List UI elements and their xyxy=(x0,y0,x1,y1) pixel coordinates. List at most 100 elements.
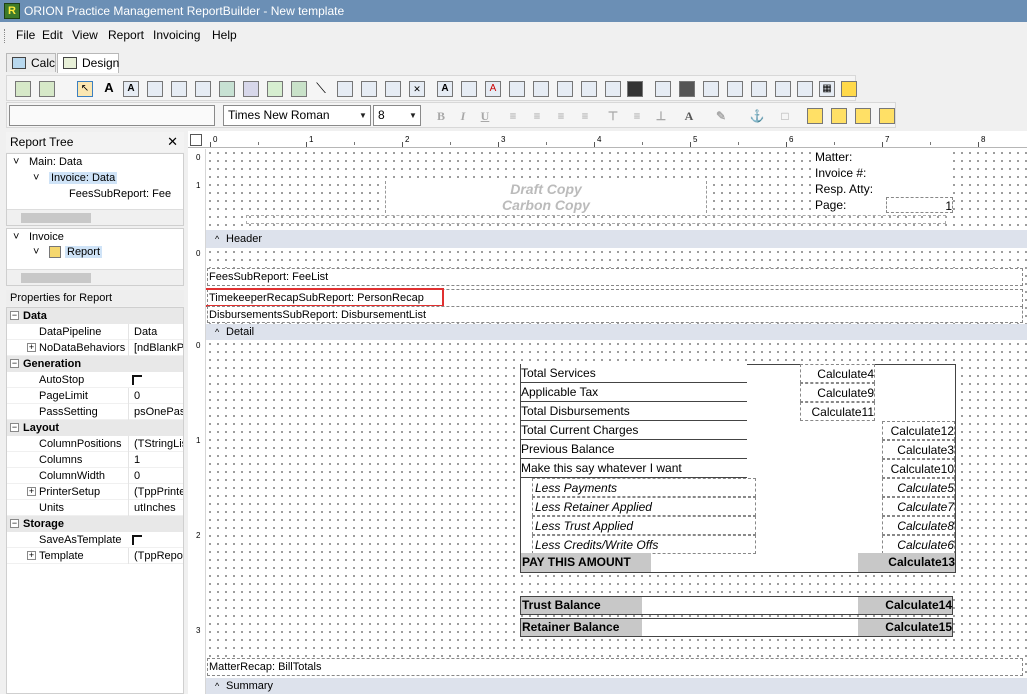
calc5-field[interactable]: Calculate5 xyxy=(882,478,955,497)
expand-icon[interactable]: ˅ xyxy=(33,246,39,258)
db-chart-icon[interactable] xyxy=(605,81,621,97)
calc13-field[interactable]: Calculate13 xyxy=(858,553,955,572)
highlight-color-icon[interactable]: ✎ xyxy=(713,109,729,124)
checkbox[interactable] xyxy=(132,375,142,385)
custom-label[interactable]: Make this say whatever I want xyxy=(521,459,747,478)
retainer-balance-label[interactable]: Retainer Balance xyxy=(521,619,642,636)
tree-node[interactable]: Main: Data xyxy=(29,156,82,168)
total-current-label[interactable]: Total Current Charges xyxy=(521,421,747,440)
summary-band-bar[interactable]: ^ Summary xyxy=(206,678,1027,694)
grid-icon[interactable]: ▦ xyxy=(819,81,835,97)
prop-row[interactable]: PageLimit 0 xyxy=(7,388,183,404)
h-scrollbar[interactable] xyxy=(7,209,183,225)
trust-balance-label[interactable]: Trust Balance xyxy=(521,597,642,614)
category-storage[interactable]: − Storage xyxy=(7,516,183,532)
collapse-icon[interactable]: − xyxy=(10,423,19,432)
label-icon[interactable]: A xyxy=(101,81,117,97)
calc9-field[interactable]: Calculate9 xyxy=(800,383,875,402)
calc12-field[interactable]: Calculate12 xyxy=(882,421,955,440)
prop-value[interactable]: utInches xyxy=(128,500,183,516)
menu-invoicing[interactable]: Invoicing xyxy=(153,28,200,42)
valign-bottom-icon[interactable]: ⊥ xyxy=(653,109,669,124)
prop-value[interactable]: Data xyxy=(128,324,183,340)
prop-row[interactable]: AutoStop xyxy=(7,372,183,388)
prop-value[interactable]: 0 xyxy=(128,388,183,404)
db-checkbox-icon[interactable] xyxy=(581,81,597,97)
advanced-1-icon[interactable] xyxy=(655,81,671,97)
prop-row[interactable]: ColumnPositions (TStringList) xyxy=(7,436,183,452)
summary-band[interactable]: Total Services Calculate4 Applicable Tax… xyxy=(206,340,1027,678)
region-icon[interactable] xyxy=(337,81,353,97)
applicable-tax-label[interactable]: Applicable Tax xyxy=(521,383,747,402)
send-backward-icon[interactable] xyxy=(879,108,895,124)
prop-row[interactable]: +Template (TppReportT xyxy=(7,548,183,564)
calc3-field[interactable]: Calculate3 xyxy=(882,440,955,459)
tree-node[interactable]: FeesSubReport: Fee xyxy=(69,188,171,200)
db-text-icon[interactable]: A xyxy=(437,81,453,97)
detail-band[interactable]: FeesSubReport: FeeList TimekeeperRecapSu… xyxy=(206,248,1027,324)
prop-value[interactable]: psOnePass xyxy=(128,404,183,420)
shape-icon[interactable] xyxy=(243,81,259,97)
advanced-2-icon[interactable] xyxy=(679,81,695,97)
prop-row[interactable]: +PrinterSetup (TppPrinterS xyxy=(7,484,183,500)
expand-icon[interactable]: + xyxy=(27,343,36,352)
page-number-value[interactable]: 1 xyxy=(886,197,953,213)
expand-icon[interactable]: ˅ xyxy=(13,156,19,168)
header-band-bar[interactable]: ^ Header xyxy=(206,230,1027,248)
map-icon[interactable] xyxy=(841,81,857,97)
less-retainer-label[interactable]: Less Retainer Applied xyxy=(532,497,756,516)
calc11-field[interactable]: Calculate11 xyxy=(800,402,875,421)
property-grid[interactable]: − Data DataPipeline Data + NoDataBehaviors[… xyxy=(6,307,184,694)
calc4-field[interactable]: Calculate4 xyxy=(800,364,875,383)
tree-node-selected[interactable]: Report xyxy=(65,246,103,258)
prop-value[interactable]: (TppReportT xyxy=(128,548,183,564)
ruler-corner-icon[interactable] xyxy=(190,134,202,146)
chart-icon[interactable] xyxy=(291,81,307,97)
field-list-icon[interactable] xyxy=(39,81,55,97)
expand-icon[interactable]: ˅ xyxy=(13,231,19,243)
total-services-label[interactable]: Total Services xyxy=(521,364,747,383)
border-icon[interactable]: □ xyxy=(777,109,793,124)
bring-forward-icon[interactable] xyxy=(855,108,871,124)
select-pointer-icon[interactable]: ↖ xyxy=(77,81,93,97)
prop-value[interactable]: 0 xyxy=(128,468,183,484)
calc8-field[interactable]: Calculate8 xyxy=(882,516,955,535)
calc14-field[interactable]: Calculate14 xyxy=(858,597,952,614)
prop-value[interactable]: 1 xyxy=(128,452,183,468)
collapse-icon[interactable]: − xyxy=(10,359,19,368)
richtext-icon[interactable] xyxy=(147,81,163,97)
component-name-field[interactable] xyxy=(9,105,215,126)
db-memo-icon[interactable] xyxy=(461,81,477,97)
advanced-6-icon[interactable] xyxy=(775,81,791,97)
prop-row[interactable]: +NoDataBehaviors[ndBlankPag xyxy=(7,340,183,356)
expand-icon[interactable]: ˅ xyxy=(33,172,39,184)
expand-icon[interactable]: + xyxy=(27,551,36,560)
valign-middle-icon[interactable]: ≡ xyxy=(629,109,645,124)
scroll-thumb[interactable] xyxy=(21,213,91,223)
tree-node[interactable]: Invoice xyxy=(29,231,64,243)
advanced-3-icon[interactable] xyxy=(703,81,719,97)
menu-view[interactable]: View xyxy=(72,28,98,42)
close-box-icon[interactable]: ✕ xyxy=(409,81,425,97)
align-left-icon[interactable]: ≡ xyxy=(505,109,521,124)
db-calc-icon[interactable] xyxy=(509,81,525,97)
invoice-label[interactable]: Invoice #: xyxy=(815,165,951,181)
collapse-icon[interactable]: − xyxy=(10,519,19,528)
line-icon[interactable]: ⟍ xyxy=(313,81,329,97)
carbon-copy-text[interactable]: Carbon Copy xyxy=(386,197,706,213)
advanced-4-icon[interactable] xyxy=(727,81,743,97)
calc10-field[interactable]: Calculate10 xyxy=(882,459,955,478)
image-icon[interactable] xyxy=(219,81,235,97)
category-generation[interactable]: − Generation xyxy=(7,356,183,372)
crosstab-icon[interactable] xyxy=(385,81,401,97)
data-tree-icon[interactable] xyxy=(15,81,31,97)
total-disbursements-label[interactable]: Total Disbursements xyxy=(521,402,747,421)
align-right-icon[interactable]: ≡ xyxy=(553,109,569,124)
menu-file[interactable]: File xyxy=(16,28,35,42)
close-icon[interactable]: ✕ xyxy=(167,132,178,152)
prop-row[interactable]: SaveAsTemplate xyxy=(7,532,183,548)
pay-amount-label[interactable]: PAY THIS AMOUNT xyxy=(521,553,651,572)
less-payments-label[interactable]: Less Payments xyxy=(532,478,756,497)
menu-edit[interactable]: Edit xyxy=(42,28,63,42)
resp-atty-label[interactable]: Resp. Atty: xyxy=(815,181,951,197)
